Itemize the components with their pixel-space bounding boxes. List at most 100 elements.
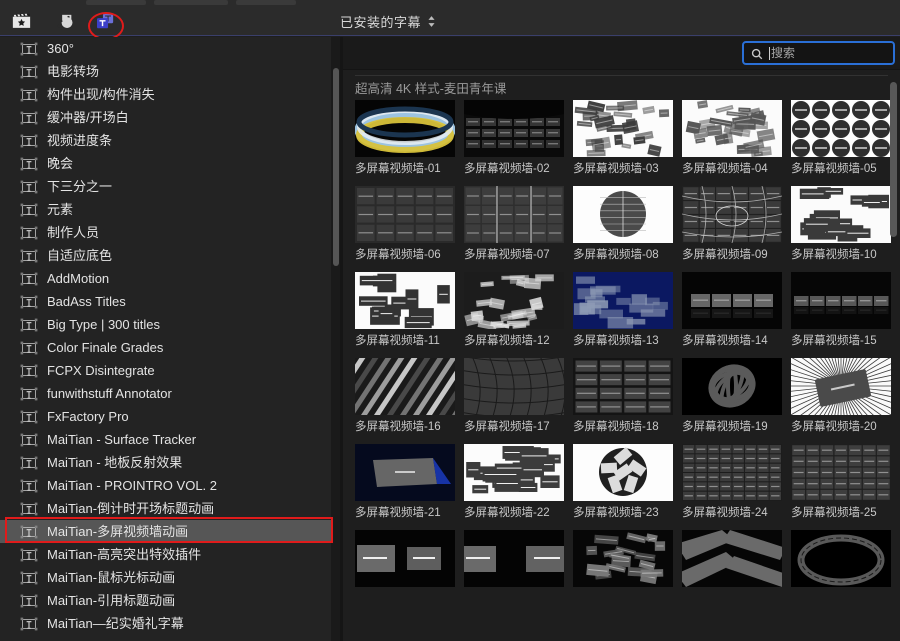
title-grid-item[interactable]: 多屏幕视频墙-02 [464,100,564,176]
title-thumbnail[interactable] [682,272,782,329]
title-thumbnail[interactable] [682,186,782,243]
title-thumbnail[interactable] [791,530,891,587]
title-thumbnail[interactable] [464,444,564,501]
sidebar-item[interactable]: 下三分之一 [0,175,332,198]
title-thumbnail[interactable] [355,358,455,415]
sidebar-item[interactable]: 构件出现/构件消失 [0,83,332,106]
title-item-label: 多屏幕视频墙-16 [355,421,441,433]
title-thumbnail[interactable] [682,100,782,157]
sidebar-item[interactable]: 视频进度条 [0,129,332,152]
title-thumbnail[interactable] [573,530,673,587]
title-thumbnail[interactable] [573,272,673,329]
sidebar-item[interactable]: 电影转场 [0,60,332,83]
browser-scrollbar-thumb[interactable] [890,82,897,237]
title-thumbnail[interactable] [791,358,891,415]
title-grid-item[interactable] [464,530,564,592]
title-text-icon [20,249,38,262]
title-thumbnail[interactable] [573,186,673,243]
title-grid-item[interactable]: 多屏幕视频墙-24 [682,444,782,520]
title-grid-item[interactable]: 多屏幕视频墙-18 [573,358,673,434]
title-text-icon [20,571,38,584]
audio-photos-icon[interactable] [50,10,76,32]
effects-category-sidebar[interactable]: 360° 电影转场 构件出现/构件消失 缓冲器/开场白 视频进度条 晚会 下三分之一 元素 制作… [0,37,340,641]
sidebar-item-selected[interactable]: MaiTian-多屏视频墙动画 [0,520,332,543]
title-grid-item[interactable]: 多屏幕视频墙-22 [464,444,564,520]
title-grid-item[interactable]: 多屏幕视频墙-14 [682,272,782,348]
search-input[interactable]: 搜索 [742,41,895,65]
sidebar-scrollbar-thumb[interactable] [333,68,339,266]
sidebar-item[interactable]: AddMotion [0,267,332,290]
sidebar-item[interactable]: MaiTian-鼠标光标动画 [0,566,332,589]
title-item-label: 多屏幕视频墙-22 [464,507,550,519]
title-thumbnail[interactable] [355,444,455,501]
sidebar-item[interactable]: MaiTian - 地板反射效果 [0,451,332,474]
title-grid-item[interactable]: 多屏幕视频墙-10 [791,186,891,262]
title-item-label: 多屏幕视频墙-02 [464,163,550,175]
title-grid-item[interactable]: 多屏幕视频墙-20 [791,358,891,434]
title-thumbnail[interactable] [464,186,564,243]
sidebar-item[interactable]: Color Finale Grades [0,336,332,359]
sidebar-item[interactable]: BadAss Titles [0,290,332,313]
sidebar-item[interactable]: MaiTian-引用标题动画 [0,589,332,612]
title-thumbnail[interactable] [355,530,455,587]
title-grid-item[interactable] [682,530,782,592]
title-thumbnail[interactable] [791,444,891,501]
title-thumbnail[interactable] [573,358,673,415]
sidebar-item[interactable]: MaiTian - PROINTRO VOL. 2 [0,474,332,497]
title-grid-item[interactable]: 多屏幕视频墙-03 [573,100,673,176]
sidebar-item[interactable]: MaiTian-高亮突出特效插件 [0,543,332,566]
title-thumbnail[interactable] [464,358,564,415]
sidebar-item[interactable]: Big Type | 300 titles [0,313,332,336]
title-grid-item[interactable]: 多屏幕视频墙-07 [464,186,564,262]
title-thumbnail[interactable] [682,358,782,415]
title-thumbnail[interactable] [355,100,455,157]
title-grid-item[interactable]: 多屏幕视频墙-15 [791,272,891,348]
title-thumbnail[interactable] [791,100,891,157]
title-thumbnail[interactable] [355,186,455,243]
sidebar-item[interactable]: 元素 [0,198,332,221]
title-grid-item[interactable]: 多屏幕视频墙-16 [355,358,455,434]
title-grid-item[interactable]: 多屏幕视频墙-19 [682,358,782,434]
title-grid-item[interactable]: 多屏幕视频墙-05 [791,100,891,176]
title-grid-item[interactable]: 多屏幕视频墙-11 [355,272,455,348]
title-grid-item[interactable] [355,530,455,592]
sidebar-item[interactable]: 晚会 [0,152,332,175]
title-grid-item[interactable]: 多屏幕视频墙-17 [464,358,564,434]
title-thumbnail[interactable] [464,272,564,329]
title-thumbnail[interactable] [573,444,673,501]
title-grid-item[interactable]: 多屏幕视频墙-13 [573,272,673,348]
title-thumbnail[interactable] [682,530,782,587]
title-grid-item[interactable]: 多屏幕视频墙-06 [355,186,455,262]
sidebar-item[interactable]: MaiTian—纪实婚礼字幕 [0,612,332,635]
sidebar-item[interactable]: 制作人员 [0,221,332,244]
sidebar-item[interactable]: FxFactory Pro [0,405,332,428]
title-grid-item[interactable] [791,530,891,592]
title-thumbnail[interactable] [573,100,673,157]
title-grid-item[interactable]: 多屏幕视频墙-08 [573,186,673,262]
video-effects-icon[interactable] [8,10,34,32]
title-thumbnail[interactable] [464,100,564,157]
title-grid-item[interactable]: 多屏幕视频墙-25 [791,444,891,520]
title-thumbnail[interactable] [791,186,891,243]
title-grid-item[interactable] [573,530,673,592]
sidebar-item[interactable]: MaiTian-倒计时开场标题动画 [0,497,332,520]
title-grid-item[interactable]: 多屏幕视频墙-04 [682,100,782,176]
title-thumbnail[interactable] [464,530,564,587]
title-grid-item[interactable]: 多屏幕视频墙-23 [573,444,673,520]
sidebar-item[interactable]: 缓冲器/开场白 [0,106,332,129]
browser-popup-title[interactable]: 已安装的字幕 [340,6,436,36]
titles-generators-icon[interactable] [92,10,118,32]
sidebar-item[interactable]: MaiTian - Surface Tracker [0,428,332,451]
titles-grid-scroll-area[interactable]: 超高清 4K 样式-麦田青年课 多屏幕视频墙-01 多屏幕视频墙-02 多屏幕视频墙… [343,70,900,641]
sidebar-item[interactable]: 360° [0,37,332,60]
title-grid-item[interactable]: 多屏幕视频墙-21 [355,444,455,520]
title-grid-item[interactable]: 多屏幕视频墙-09 [682,186,782,262]
title-thumbnail[interactable] [682,444,782,501]
sidebar-item[interactable]: funwithstuff Annotator [0,382,332,405]
title-grid-item[interactable]: 多屏幕视频墙-12 [464,272,564,348]
title-thumbnail[interactable] [355,272,455,329]
title-thumbnail[interactable] [791,272,891,329]
sidebar-item[interactable]: FCPX Disintegrate [0,359,332,382]
title-grid-item[interactable]: 多屏幕视频墙-01 [355,100,455,176]
sidebar-item[interactable]: 自适应底色 [0,244,332,267]
